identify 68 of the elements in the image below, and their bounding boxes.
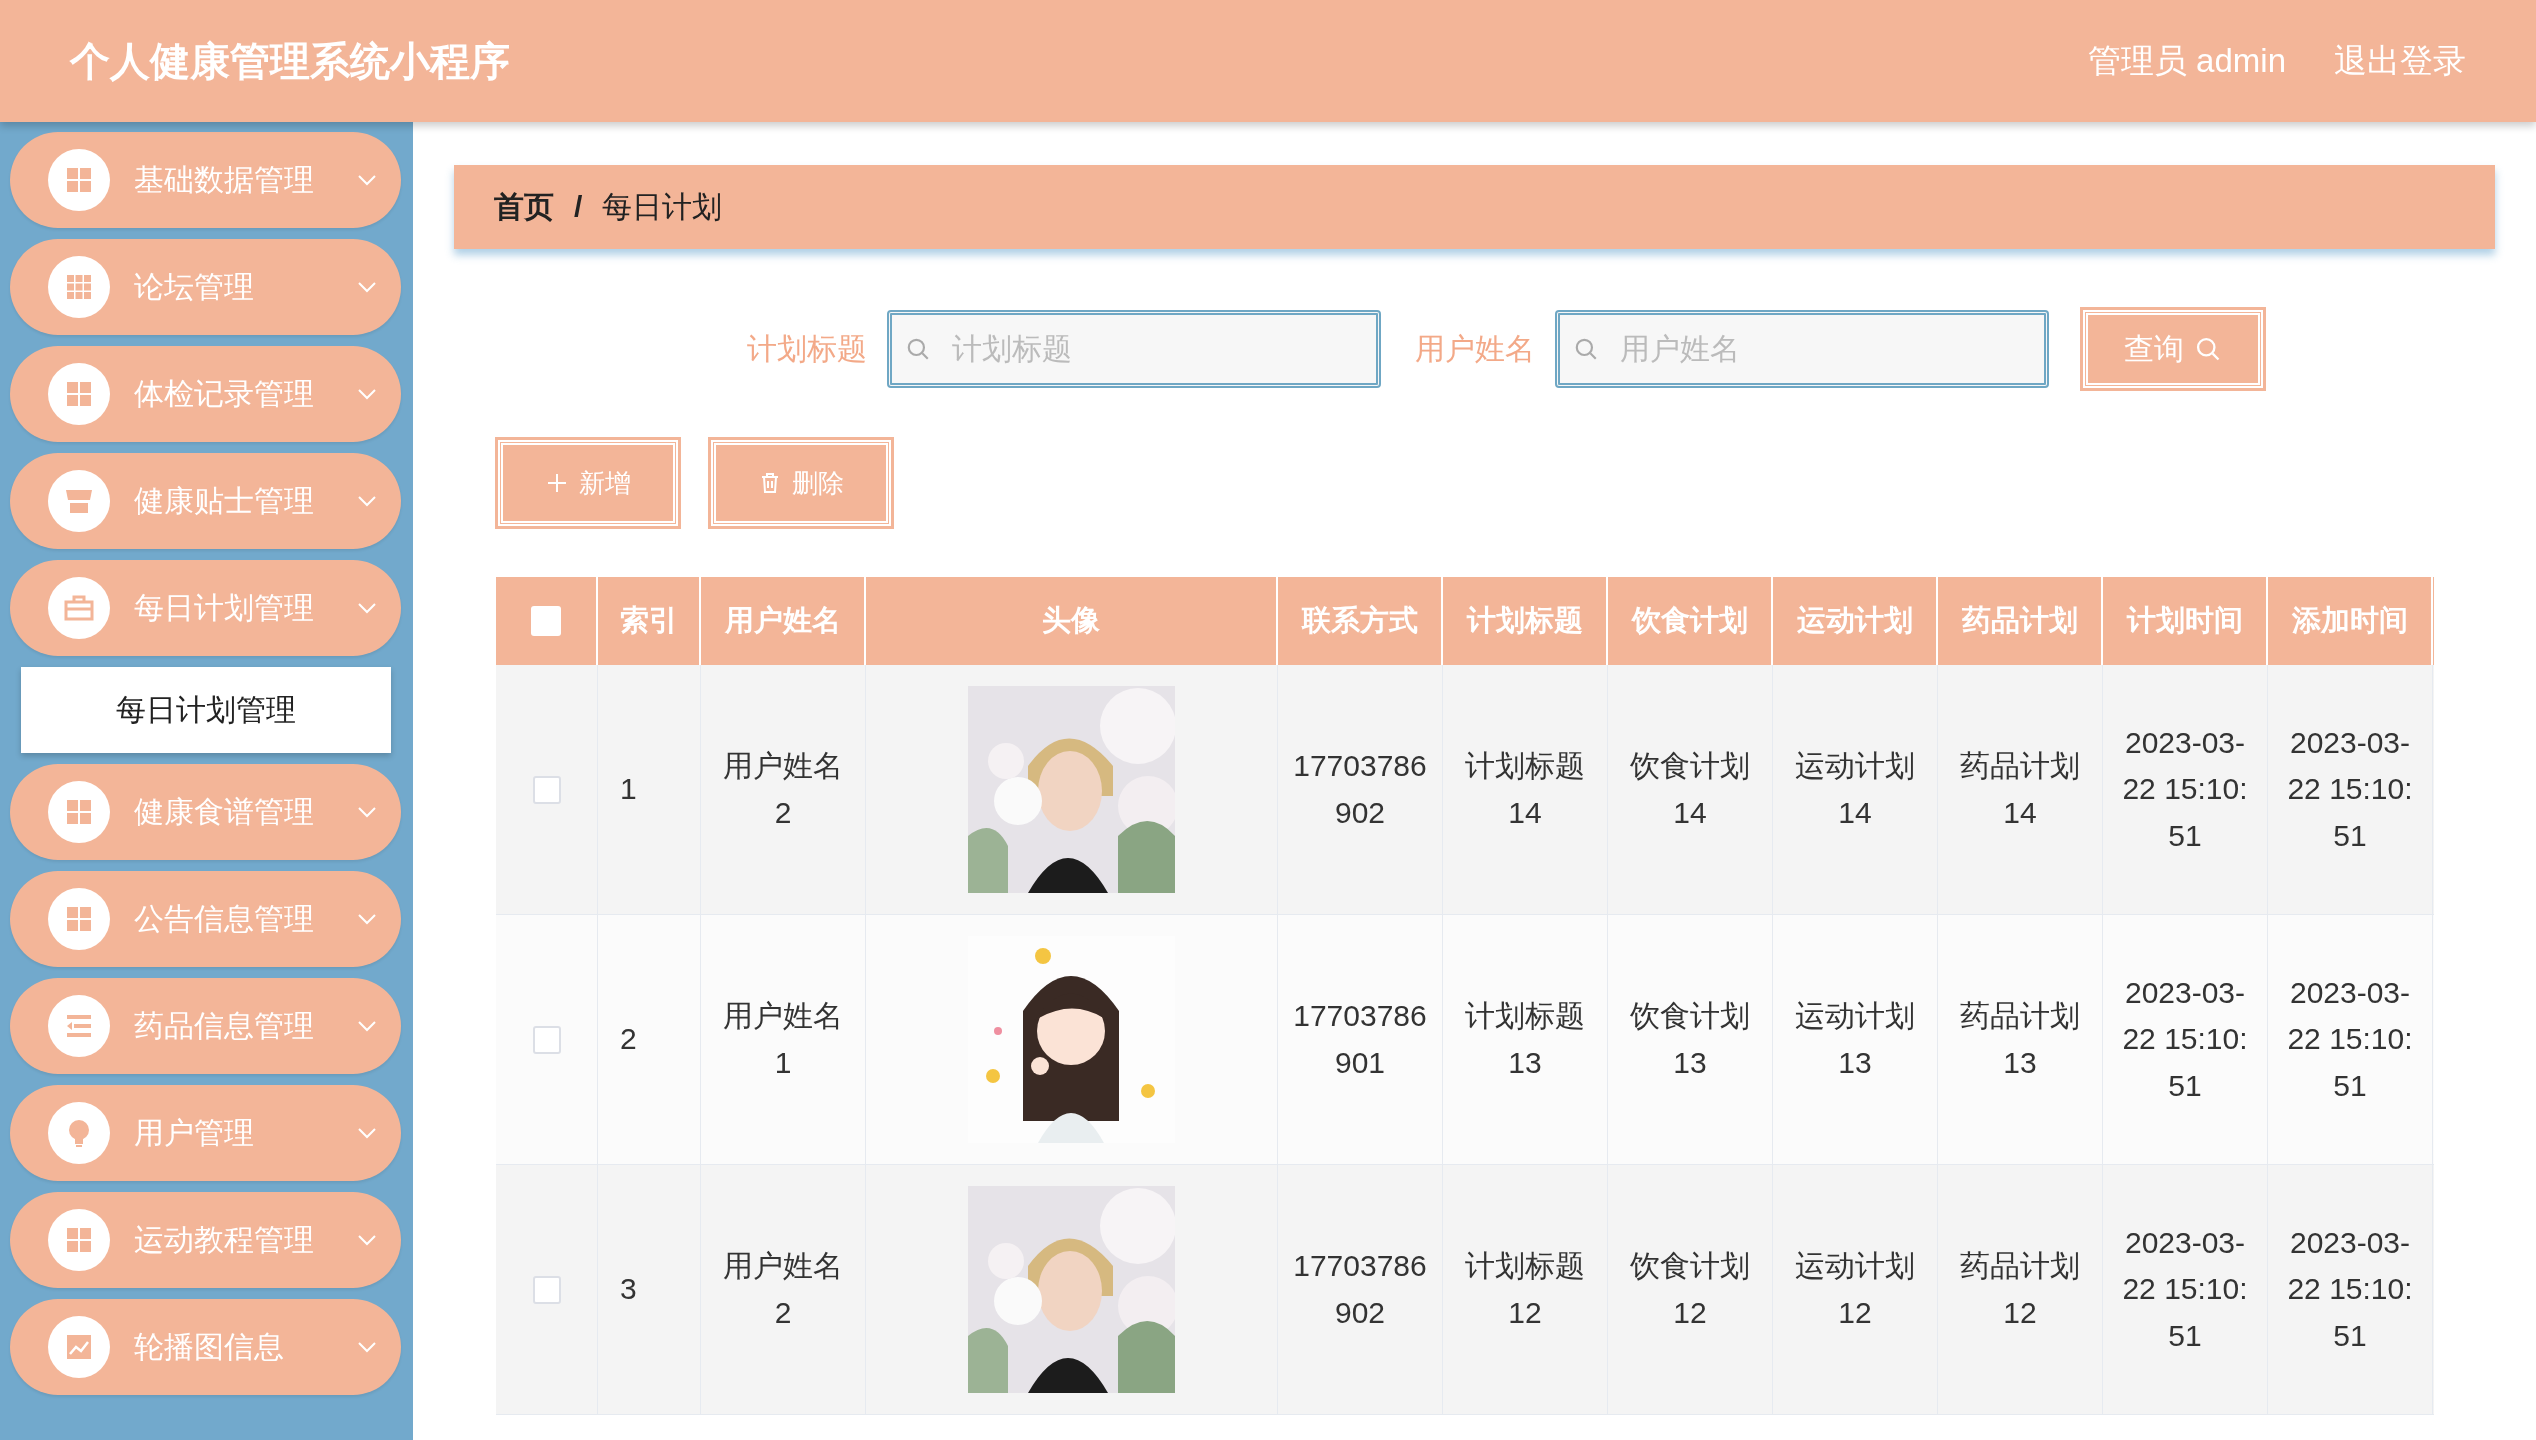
lightbulb-icon bbox=[48, 1102, 110, 1164]
table-cell: 2023-03-22 15:10:51 bbox=[2103, 915, 2268, 1164]
submenu-item[interactable]: 每日计划管理 bbox=[21, 667, 391, 753]
table-cell: 2023-03-22 15:10:51 bbox=[2268, 665, 2433, 914]
field-label: 用户姓名 bbox=[1414, 330, 1535, 367]
table-cell: 饮食计划14 bbox=[1608, 665, 1773, 914]
table-cell: 计划标题13 bbox=[1443, 915, 1608, 1164]
table-cell: 药品计划12 bbox=[1938, 1165, 2103, 1414]
breadcrumb-separator: / bbox=[574, 190, 583, 224]
briefcase-icon bbox=[48, 577, 110, 639]
sidebar-item[interactable]: 基础数据管理 bbox=[10, 132, 401, 228]
row-checkbox[interactable] bbox=[532, 1025, 561, 1054]
grid-icon bbox=[48, 888, 110, 950]
breadcrumb-link[interactable]: 首页 bbox=[494, 186, 554, 228]
table-cell: 用户姓名2 bbox=[701, 665, 866, 914]
table-cell: 17703786902 bbox=[1278, 665, 1443, 914]
table-cell: 1 bbox=[598, 665, 701, 914]
row-checkbox[interactable] bbox=[532, 1275, 561, 1304]
grid-icon bbox=[48, 781, 110, 843]
table-cell: 运动计划13 bbox=[1773, 915, 1938, 1164]
search-field[interactable]: 用户姓名 bbox=[1554, 310, 2049, 388]
grid-icon bbox=[48, 363, 110, 425]
table-cell: 17703786901 bbox=[1278, 915, 1443, 1164]
table-cell: 用户姓名2 bbox=[701, 1165, 866, 1414]
table-cell: 用户姓名1 bbox=[701, 915, 866, 1164]
sidebar-item[interactable]: 轮播图信息 bbox=[10, 1299, 401, 1395]
sidebar-item[interactable]: 运动教程管理 bbox=[10, 1192, 401, 1288]
table-cell: 2023-03-22 15:10:51 bbox=[2268, 1165, 2433, 1414]
grid-icon bbox=[48, 1209, 110, 1271]
sidebar-item[interactable]: 体检记录管理 bbox=[10, 346, 401, 442]
plus-icon bbox=[545, 471, 569, 495]
app-title: 个人健康管理系统小程序 bbox=[70, 37, 510, 85]
sidebar-item[interactable]: 公告信息管理 bbox=[10, 871, 401, 967]
table-cell: 饮食计划12 bbox=[1608, 1165, 1773, 1414]
list-icon bbox=[48, 995, 110, 1057]
sidebar-item[interactable]: 健康贴士管理 bbox=[10, 453, 401, 549]
grid-icon bbox=[48, 149, 110, 211]
user-label: 管理员 admin bbox=[2087, 40, 2286, 81]
table-cell: 药品计划14 bbox=[1938, 665, 2103, 914]
delete-button[interactable]: 删除 bbox=[711, 440, 891, 526]
chart-icon bbox=[48, 1316, 110, 1378]
sidebar-item[interactable]: 药品信息管理 bbox=[10, 978, 401, 1074]
table-cell: 2023-03-22 15:10:51 bbox=[2268, 915, 2433, 1164]
logout-link[interactable]: 退出登录 bbox=[2334, 38, 2466, 84]
row-checkbox[interactable] bbox=[532, 775, 561, 804]
grid-icon bbox=[48, 256, 110, 318]
sidebar-item[interactable]: 每日计划管理 bbox=[10, 560, 401, 656]
search-field[interactable]: 计划标题 bbox=[886, 310, 1381, 388]
add-button[interactable]: 新增 bbox=[498, 440, 678, 526]
field-label: 计划标题 bbox=[746, 330, 867, 367]
select-all-checkbox[interactable] bbox=[531, 606, 561, 636]
table-cell: 3 bbox=[598, 1165, 701, 1414]
table-cell: 饮食计划13 bbox=[1608, 915, 1773, 1164]
sidebar-item[interactable]: 论坛管理 bbox=[10, 239, 401, 335]
table-cell: 2 bbox=[598, 915, 701, 1164]
table-cell: 运动计划12 bbox=[1773, 1165, 1938, 1414]
table-cell: 运动计划14 bbox=[1773, 665, 1938, 914]
table-cell: 17703786902 bbox=[1278, 1165, 1443, 1414]
table-cell: 2023-03-22 15:10:51 bbox=[2103, 1165, 2268, 1414]
table-cell: 2023-03-22 15:10:51 bbox=[2103, 665, 2268, 914]
table-cell: 药品计划13 bbox=[1938, 915, 2103, 1164]
sidebar-item[interactable]: 用户管理 bbox=[10, 1085, 401, 1181]
query-button[interactable]: 查询 bbox=[2082, 310, 2263, 388]
breadcrumb-current: 每日计划 bbox=[602, 188, 723, 225]
shop-icon bbox=[48, 470, 110, 532]
table-cell: 计划标题14 bbox=[1443, 665, 1608, 914]
table-cell: 计划标题12 bbox=[1443, 1165, 1608, 1414]
sidebar-item[interactable]: 健康食谱管理 bbox=[10, 764, 401, 860]
